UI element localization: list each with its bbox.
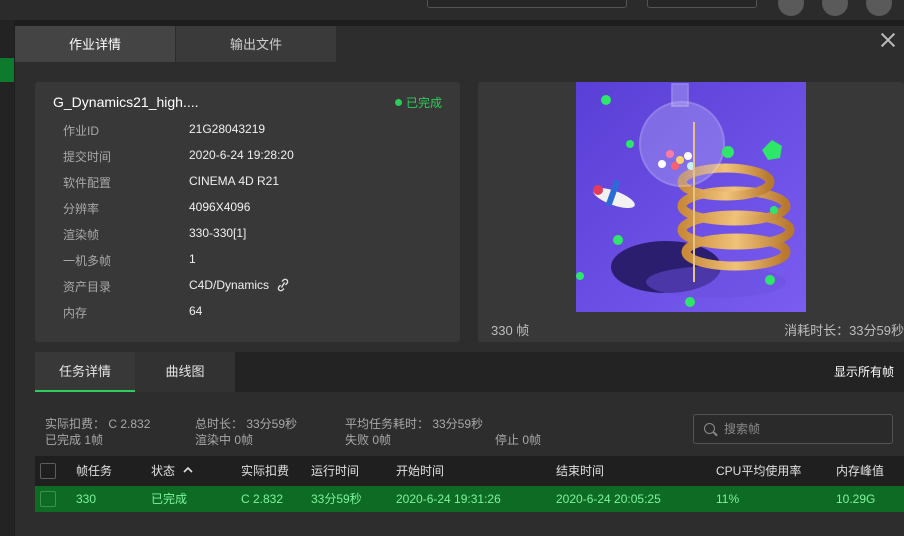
info-value: 330-330[1] <box>189 226 247 240</box>
search-icon <box>704 423 715 434</box>
top-search-field[interactable] <box>427 0 627 8</box>
cell-end-time: 2020-6-24 20:05:25 <box>556 492 661 506</box>
table-header: 帧任务 状态 实际扣费 运行时间 开始时间 结束时间 CPU平均使用率 内存峰值 <box>35 456 904 486</box>
info-label: 资产目录 <box>63 280 112 294</box>
column-header-run-time[interactable]: 运行时间 <box>311 456 359 486</box>
close-icon[interactable] <box>878 30 898 50</box>
sort-up-icon[interactable] <box>183 465 193 475</box>
stat-actual-cost: 实际扣费： C 2.832 <box>45 417 151 431</box>
column-header-cpu-usage[interactable]: CPU平均使用率 <box>716 456 801 486</box>
frame-search-box <box>693 414 893 444</box>
render-preview-image[interactable] <box>576 82 806 312</box>
info-value: 1 <box>189 252 196 266</box>
top-circle-button[interactable] <box>822 0 848 16</box>
status-dot-icon <box>394 99 402 106</box>
tab-job-details[interactable]: 作业详情 <box>15 26 175 62</box>
column-header-status[interactable]: 状态 <box>151 456 193 486</box>
info-value: CINEMA 4D R21 <box>189 174 280 188</box>
app-top-bar <box>0 0 904 20</box>
status-text: 已完成 <box>405 96 442 110</box>
info-value: 2020-6-24 19:28:20 <box>189 148 294 162</box>
column-header-memory-peak[interactable]: 内存峰值 <box>836 456 884 486</box>
select-all-checkbox[interactable] <box>40 463 56 479</box>
cell-memory-peak: 10.29G <box>836 492 876 506</box>
search-input[interactable] <box>724 415 884 443</box>
top-circle-button[interactable] <box>778 0 804 16</box>
column-header-actual-cost[interactable]: 实际扣费 <box>241 456 289 486</box>
stat-avg-time: 平均任务耗时： 33分59秒 <box>345 417 484 431</box>
tab-output-files[interactable]: 输出文件 <box>176 26 336 62</box>
column-header-end-time[interactable]: 结束时间 <box>556 456 604 486</box>
cell-start-time: 2020-6-24 19:31:26 <box>396 492 501 506</box>
info-label: 软件配置 <box>63 176 112 190</box>
job-name: G_Dynamics21_high.... <box>53 94 199 110</box>
cell-cpu-usage: 11% <box>716 492 740 506</box>
tab-curve-chart[interactable]: 曲线图 <box>135 352 235 392</box>
info-label: 分辨率 <box>63 202 100 216</box>
tab-task-details[interactable]: 任务详情 <box>35 352 135 392</box>
info-label: 一机多帧 <box>63 254 112 268</box>
cell-frame: 330 <box>76 492 97 506</box>
status-badge: 已完成 <box>394 94 442 111</box>
stat-failed: 失败 0帧 <box>345 433 392 447</box>
cell-status: 已完成 <box>151 492 188 506</box>
info-label: 内存 <box>63 306 88 320</box>
preview-card: 330 帧 消耗时长：33分59秒 <box>478 82 904 342</box>
column-header-start-time[interactable]: 开始时间 <box>396 456 444 486</box>
stat-stopped: 停止 0帧 <box>495 433 542 447</box>
info-label: 提交时间 <box>63 150 112 164</box>
job-info-card: G_Dynamics21_high.... 已完成 作业ID 21G280432… <box>35 82 460 342</box>
info-label: 作业ID <box>63 124 100 138</box>
info-value: C4D/Dynamics <box>189 278 291 292</box>
column-header-frame[interactable]: 帧任务 <box>76 456 112 486</box>
cell-run-time: 33分59秒 <box>311 492 362 506</box>
frame-task-table: 帧任务 状态 实际扣费 运行时间 开始时间 结束时间 CPU平均使用率 内存峰值… <box>35 456 904 512</box>
stat-rendering: 渲染中 0帧 <box>195 433 254 447</box>
row-checkbox[interactable] <box>40 491 56 507</box>
column-header-status-label: 状态 <box>151 464 176 478</box>
app-sidebar <box>0 20 14 536</box>
sidebar-active-indicator <box>0 58 14 82</box>
info-label: 渲染帧 <box>63 228 100 242</box>
stat-total-time: 总时长： 33分59秒 <box>195 417 298 431</box>
info-value: 4096X4096 <box>189 200 251 214</box>
cell-actual-cost: C 2.832 <box>241 492 284 506</box>
asset-dir-value: C4D/Dynamics <box>189 278 270 292</box>
link-icon[interactable] <box>275 278 291 292</box>
preview-frame-count: 330 帧 <box>491 323 530 338</box>
dialog-tabs: 作业详情 输出文件 <box>15 26 337 62</box>
top-dropdown[interactable] <box>647 0 757 8</box>
info-value: 21G28043219 <box>189 122 266 136</box>
table-row[interactable]: 330 已完成 C 2.832 33分59秒 2020-6-24 19:31:2… <box>35 486 904 512</box>
top-circle-button[interactable] <box>866 0 892 16</box>
info-value: 64 <box>189 304 203 318</box>
stat-completed: 已完成 1帧 <box>45 433 104 447</box>
show-all-frames-button[interactable]: 显示所有帧 <box>834 352 894 392</box>
task-tabs: 任务详情 曲线图 显示所有帧 <box>35 352 904 392</box>
preview-elapsed-time: 消耗时长：33分59秒 <box>784 323 904 338</box>
